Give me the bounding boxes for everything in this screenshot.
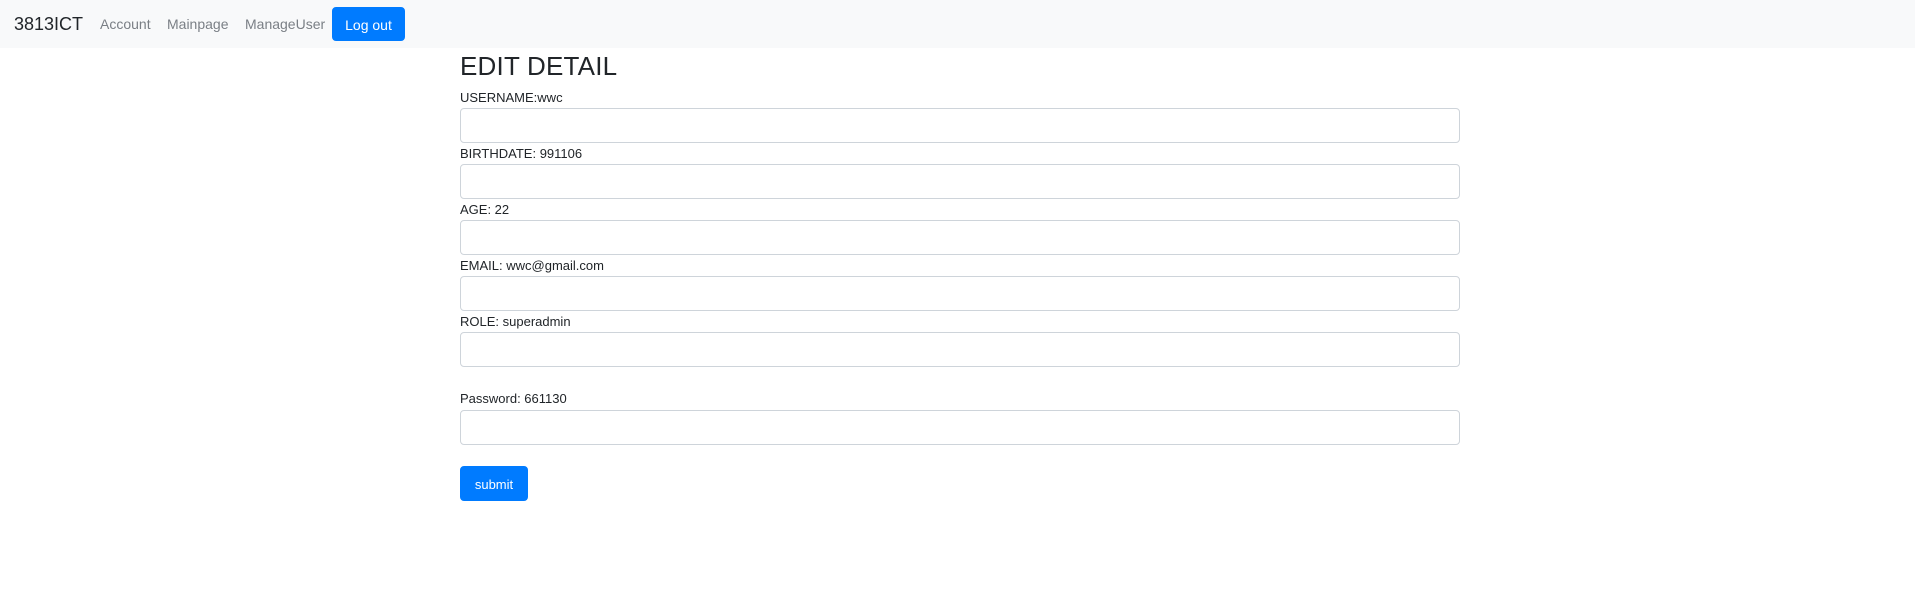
birthdate-input[interactable] (460, 164, 1460, 199)
email-input[interactable] (460, 276, 1460, 311)
age-label: AGE: 22 (460, 202, 510, 217)
username-input[interactable] (460, 108, 1460, 143)
email-label: EMAIL: wwc@gmail.com (460, 258, 604, 273)
password-label: Password: 661130 (460, 391, 567, 406)
nav-link-mainpage[interactable]: Mainpage (167, 15, 229, 33)
nav-link-manageuser[interactable]: ManageUser (245, 15, 325, 33)
nav-link-account[interactable]: Account (100, 15, 151, 33)
role-label: ROLE: superadmin (460, 314, 571, 329)
page-title: EDIT DETAIL (460, 51, 618, 81)
age-input[interactable] (460, 220, 1460, 255)
navbar: 3813ICT Account Mainpage ManageUser Log … (0, 0, 1915, 48)
password-input[interactable] (460, 410, 1460, 445)
username-label: USERNAME:wwc (460, 90, 563, 105)
birthdate-label: BIRTHDATE: 991106 (460, 146, 583, 161)
role-input[interactable] (460, 332, 1460, 367)
logout-button[interactable]: Log out (332, 7, 405, 41)
submit-button[interactable]: submit (460, 466, 528, 501)
brand-link[interactable]: 3813ICT (14, 12, 83, 36)
